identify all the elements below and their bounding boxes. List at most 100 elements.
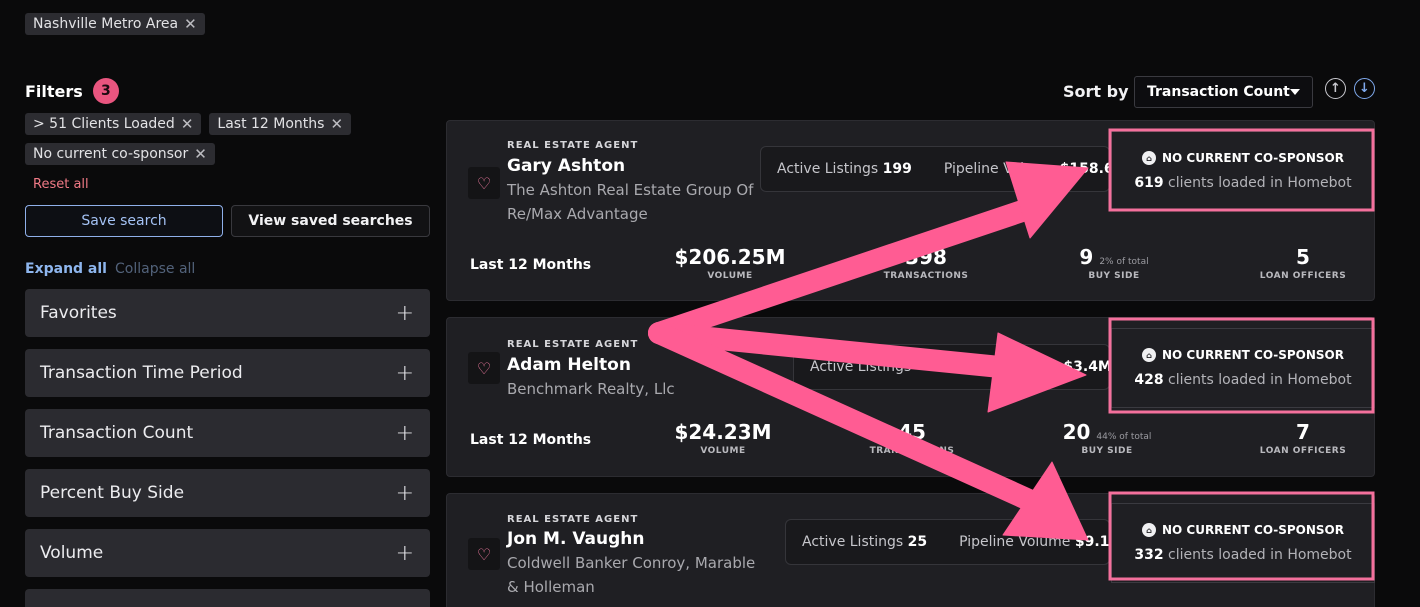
collapse-all-link[interactable]: Collapse all [115,261,195,277]
stat-buy-side: 20 44% of total BUY SIDE [1027,420,1187,456]
filter-chip-period[interactable]: Last 12 Months ✕ [209,113,352,135]
heart-icon[interactable]: ♡ [468,167,500,199]
cosponsor-title: ⌂ NO CURRENT CO-SPONSOR [1141,151,1345,165]
homebot-icon: ⌂ [1141,523,1156,537]
stat-loan-officers: 5 LOAN OFFICERS [1223,245,1383,281]
stat-caption: LOAN OFFICERS [1259,271,1347,281]
stat-volume: $206.25M VOLUME [650,245,810,281]
active-listings-value: 25 [907,534,928,550]
filter-chip-cosponsor[interactable]: No current co-sponsor ✕ [25,143,215,165]
agent-name[interactable]: Jon M. Vaughn [507,529,645,549]
stat-value: 20 [1062,420,1091,444]
cosponsor-title: ⌂ NO CURRENT CO-SPONSOR [1141,523,1345,537]
stat-caption: BUY SIDE [1088,271,1140,281]
accordion-label: Favorites [40,303,117,323]
agent-card[interactable]: ♡ REAL ESTATE AGENT Jon M. Vaughn Coldwe… [446,493,1375,607]
expand-all-link[interactable]: Expand all [25,261,107,277]
agent-name[interactable]: Gary Ashton [507,156,625,176]
accordion-label: Percent Buy Side [40,483,185,503]
active-listings-label: Active Listings [777,161,879,177]
close-icon[interactable]: ✕ [184,16,197,32]
stat-note: 2% of total [1099,257,1149,267]
accordion-favorites[interactable]: Favorites + [25,289,430,337]
agent-card[interactable]: ♡ REAL ESTATE AGENT Gary Ashton The Asht… [446,120,1375,301]
reset-all-link[interactable]: Reset all [33,177,89,192]
accordion-volume[interactable]: Volume + [25,529,430,577]
plus-icon: + [395,420,414,446]
filters-title: Filters [25,81,83,101]
agent-role: REAL ESTATE AGENT [507,339,639,350]
cosponsor-panel: ⌂ NO CURRENT CO-SPONSOR 619 clients load… [1111,131,1375,211]
agent-brokerage: The Ashton Real Estate Group Of Re/Max A… [507,181,754,223]
stats-period: Last 12 Months [470,257,592,273]
cosponsor-title-text: NO CURRENT CO-SPONSOR [1161,523,1345,537]
stat-value: 398 [905,245,947,269]
heart-icon[interactable]: ♡ [468,538,500,570]
agent-role: REAL ESTATE AGENT [507,140,639,151]
accordion-label: Transaction Time Period [40,363,243,383]
sort-selected-value: Transaction Count [1147,84,1290,100]
stat-note: 44% of total [1096,432,1152,442]
accordion-transaction-count[interactable]: Transaction Count + [25,409,430,457]
active-listings-label: Active Listings [810,359,912,375]
accordion-next[interactable] [25,589,430,607]
stat-value: 45 [898,420,926,444]
close-icon[interactable]: ✕ [330,116,343,132]
pipeline-volume-label: Pipeline Volume [947,359,1059,375]
stat-value: 5 [1296,245,1310,269]
listings-summary: Active Listings 25 Pipeline Volume $9.1M [785,519,1110,565]
homebot-icon: ⌂ [1141,151,1156,165]
stat-value: 9 [1079,245,1094,269]
clients-loaded-label: clients loaded in Homebot [1168,547,1352,563]
accordion-transaction-time-period[interactable]: Transaction Time Period + [25,349,430,397]
listings-summary: Active Listings Pipeline Volume $3.4M [793,344,1110,390]
stat-transactions: 45 TRANSACTIONS [832,420,992,456]
filter-chip-label: > 51 Clients Loaded [33,116,175,132]
stat-transactions: 398 TRANSACTIONS [846,245,1006,281]
sort-descending-icon[interactable]: ↓ [1354,78,1375,99]
pipeline-volume-value: $9.1M [1074,534,1110,550]
clients-loaded: 619 clients loaded in Homebot [1134,175,1351,191]
stat-caption: BUY SIDE [1081,446,1133,456]
location-chip-label: Nashville Metro Area [33,16,179,32]
homebot-icon: ⌂ [1141,348,1156,362]
filters-heading: Filters 3 [25,78,119,104]
stat-caption: TRANSACTIONS [883,271,969,281]
agent-role: REAL ESTATE AGENT [507,514,639,525]
stat-caption: LOAN OFFICERS [1259,446,1347,456]
location-chip[interactable]: Nashville Metro Area ✕ [25,13,205,35]
plus-icon: + [395,300,414,326]
stat-caption: VOLUME [700,446,746,456]
active-listings-label: Active Listings [802,534,904,550]
close-icon[interactable]: ✕ [194,146,207,162]
stat-value: 7 [1296,420,1310,444]
cosponsor-title-text: NO CURRENT CO-SPONSOR [1161,151,1345,165]
agent-name[interactable]: Adam Helton [507,355,631,375]
stats-period: Last 12 Months [470,432,592,448]
heart-icon[interactable]: ♡ [468,352,500,384]
filter-chip-clients-loaded[interactable]: > 51 Clients Loaded ✕ [25,113,202,135]
save-search-button[interactable]: Save search [25,205,223,237]
view-saved-searches-button[interactable]: View saved searches [231,205,430,237]
stat-loan-officers: 7 LOAN OFFICERS [1223,420,1383,456]
clients-loaded-label: clients loaded in Homebot [1168,372,1352,388]
clients-loaded-count: 619 [1134,175,1164,191]
agent-card[interactable]: ♡ REAL ESTATE AGENT Adam Helton Benchmar… [446,317,1375,477]
accordion-percent-buy-side[interactable]: Percent Buy Side + [25,469,430,517]
listings-summary: Active Listings 199 Pipeline Volume $158… [760,146,1110,192]
accordion-label: Transaction Count [40,423,194,443]
cosponsor-title-text: NO CURRENT CO-SPONSOR [1161,348,1345,362]
clients-loaded-count: 428 [1134,372,1164,388]
sort-label: Sort by [1063,82,1129,101]
clients-loaded: 428 clients loaded in Homebot [1134,372,1351,388]
sort-ascending-icon[interactable]: ↑ [1325,78,1346,99]
caret-down-icon [1290,89,1300,95]
sort-select[interactable]: Transaction Count [1134,76,1313,108]
pipeline-volume-value: $158.6M [1059,161,1109,177]
clients-loaded: 332 clients loaded in Homebot [1134,547,1351,563]
cosponsor-title: ⌂ NO CURRENT CO-SPONSOR [1141,348,1345,362]
plus-icon: + [395,540,414,566]
agent-brokerage: Coldwell Banker Conroy, Marable & Hollem… [507,554,756,596]
close-icon[interactable]: ✕ [181,116,194,132]
accordion-label: Volume [40,543,104,563]
